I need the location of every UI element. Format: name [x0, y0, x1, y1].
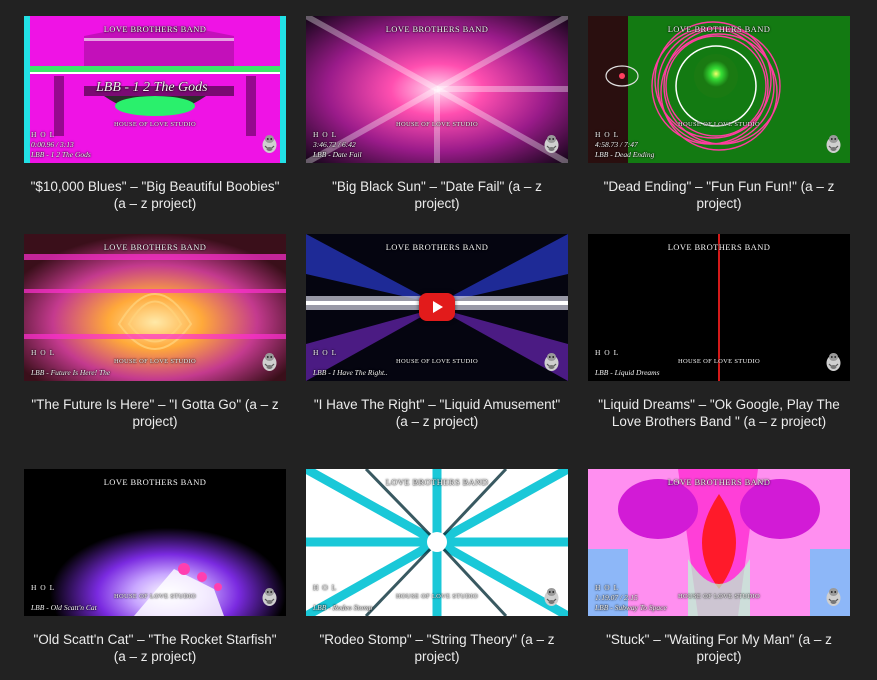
- thumbnail-subtitle: LBB - Future Is Here! The: [31, 368, 111, 377]
- thumbnail-subtitle: LBB - Subway To Space: [595, 603, 667, 612]
- hol-label: H O L: [313, 348, 338, 357]
- studio-watermark: HOUSE OF LOVE STUDIO: [677, 121, 760, 128]
- video-title[interactable]: "Stuck" – "Waiting For My Man" (a – z pr…: [594, 631, 844, 665]
- thumbnail-title: LBB - 1 2 The Gods: [96, 80, 208, 95]
- studio-watermark: HOUSE OF LOVE STUDIO: [113, 593, 196, 600]
- gorilla-logo-icon: [261, 133, 278, 154]
- video-card[interactable]: LOVE BROTHERS BAND HOUSE OF LOVE STUDIO …: [588, 234, 850, 430]
- band-watermark: LOVE BROTHERS BAND: [667, 242, 771, 252]
- studio-watermark: HOUSE OF LOVE STUDIO: [677, 358, 760, 365]
- video-thumbnail[interactable]: LOVE BROTHERS BAND HOUSE OF LOVE STUDIO …: [588, 234, 850, 381]
- studio-watermark: HOUSE OF LOVE STUDIO: [395, 358, 478, 365]
- video-card[interactable]: LBB - 1 2 The Gods LOVE BROTHERS BAND HO…: [24, 16, 286, 212]
- video-card[interactable]: LOVE BROTHERS BAND HOUSE OF LOVE STUDIO …: [24, 469, 286, 665]
- thumbnail-subtitle: LBB - Liquid Dreams: [595, 368, 660, 377]
- video-thumbnail[interactable]: LOVE BROTHERS BAND HOUSE OF LOVE STUDIO …: [306, 16, 568, 163]
- gorilla-logo-icon: [825, 133, 842, 154]
- band-watermark: LOVE BROTHERS BAND: [385, 242, 489, 252]
- hol-label: H O L: [313, 130, 338, 139]
- band-watermark: LOVE BROTHERS BAND: [103, 242, 207, 252]
- studio-watermark: HOUSE OF LOVE STUDIO: [395, 121, 478, 128]
- thumbnail-subtitle: LBB - I Have The Right..: [313, 368, 388, 377]
- video-thumbnail[interactable]: LOVE BROTHERS BAND HOUSE OF LOVE STUDIO …: [588, 16, 850, 163]
- video-thumbnail[interactable]: LOVE BROTHERS BAND HOUSE OF LOVE STUDIO …: [24, 234, 286, 381]
- video-title[interactable]: "Old Scatt'n Cat" – "The Rocket Starfish…: [30, 631, 280, 665]
- video-title[interactable]: "Dead Ending" – "Fun Fun Fun!" (a – z pr…: [594, 178, 844, 212]
- hol-label: H O L: [31, 583, 56, 592]
- video-card[interactable]: LOVE BROTHERS BAND HOUSE OF LOVE STUDIO …: [306, 469, 568, 665]
- video-card[interactable]: LOVE BROTHERS BAND HOUSE OF LOVE STUDIO …: [588, 16, 850, 212]
- band-watermark: LOVE BROTHERS BAND: [385, 477, 489, 487]
- video-title[interactable]: "Big Black Sun" – "Date Fail" (a – z pro…: [312, 178, 562, 212]
- video-card[interactable]: LOVE BROTHERS BAND HOUSE OF LOVE STUDIO …: [24, 234, 286, 430]
- thumbnail-subtitle: LBB - Rodeo Stomp: [313, 603, 373, 612]
- hol-label: H O L: [595, 348, 620, 357]
- video-grid: LBB - 1 2 The Gods LOVE BROTHERS BAND HO…: [0, 0, 877, 680]
- gorilla-logo-icon: [261, 586, 278, 607]
- video-card[interactable]: LOVE BROTHERS BAND HOUSE OF LOVE STUDIO …: [306, 234, 568, 430]
- video-title[interactable]: "I Have The Right" – "Liquid Amusement" …: [312, 396, 562, 430]
- thumbnail-subtitle: LBB - Dead Ending: [595, 150, 655, 159]
- thumbnail-subtitle: LBB - 1 2 The Gods: [31, 150, 91, 159]
- video-thumbnail[interactable]: LBB - 1 2 The Gods LOVE BROTHERS BAND HO…: [24, 16, 286, 163]
- timestamp: 1:19.07 / 2:15: [595, 593, 638, 602]
- video-thumbnail[interactable]: LOVE BROTHERS BAND HOUSE OF LOVE STUDIO …: [588, 469, 850, 616]
- video-title[interactable]: "The Future Is Here" – "I Gotta Go" (a –…: [30, 396, 280, 430]
- thumbnail-subtitle: LBB - Date Fail: [313, 150, 362, 159]
- timestamp: 0:00.96 / 3:13: [31, 140, 74, 149]
- gorilla-logo-icon: [825, 351, 842, 372]
- video-title[interactable]: "Rodeo Stomp" – "String Theory" (a – z p…: [312, 631, 562, 665]
- video-thumbnail[interactable]: LOVE BROTHERS BAND HOUSE OF LOVE STUDIO …: [306, 234, 568, 381]
- band-watermark: LOVE BROTHERS BAND: [385, 24, 489, 34]
- video-card[interactable]: LOVE BROTHERS BAND HOUSE OF LOVE STUDIO …: [306, 16, 568, 212]
- band-watermark: LOVE BROTHERS BAND: [103, 24, 207, 34]
- video-thumbnail[interactable]: LOVE BROTHERS BAND HOUSE OF LOVE STUDIO …: [24, 469, 286, 616]
- thumbnail-subtitle: LBB - Old Scatt'n Cat: [31, 603, 97, 612]
- band-watermark: LOVE BROTHERS BAND: [667, 477, 771, 487]
- studio-watermark: HOUSE OF LOVE STUDIO: [113, 121, 196, 128]
- band-watermark: LOVE BROTHERS BAND: [103, 477, 207, 487]
- gorilla-logo-icon: [261, 351, 278, 372]
- video-title[interactable]: "Liquid Dreams" – "Ok Google, Play The L…: [594, 396, 844, 430]
- hol-label: H O L: [595, 583, 620, 592]
- timestamp: 4:58.73 / 7:47: [595, 140, 638, 149]
- hol-label: H O L: [313, 583, 338, 592]
- gorilla-logo-icon: [543, 133, 560, 154]
- studio-watermark: HOUSE OF LOVE STUDIO: [113, 358, 196, 365]
- play-button[interactable]: [419, 293, 455, 321]
- gorilla-logo-icon: [543, 586, 560, 607]
- hol-label: H O L: [595, 130, 620, 139]
- video-title[interactable]: "$10,000 Blues" – "Big Beautiful Boobies…: [30, 178, 280, 212]
- video-card[interactable]: LOVE BROTHERS BAND HOUSE OF LOVE STUDIO …: [588, 469, 850, 665]
- hol-label: H O L: [31, 348, 56, 357]
- gorilla-logo-icon: [543, 351, 560, 372]
- studio-watermark: HOUSE OF LOVE STUDIO: [395, 593, 478, 600]
- hol-label: H O L: [31, 130, 56, 139]
- timestamp: 3:46.72 / 6:42: [313, 140, 356, 149]
- gorilla-logo-icon: [825, 586, 842, 607]
- video-thumbnail[interactable]: LOVE BROTHERS BAND HOUSE OF LOVE STUDIO …: [306, 469, 568, 616]
- band-watermark: LOVE BROTHERS BAND: [667, 24, 771, 34]
